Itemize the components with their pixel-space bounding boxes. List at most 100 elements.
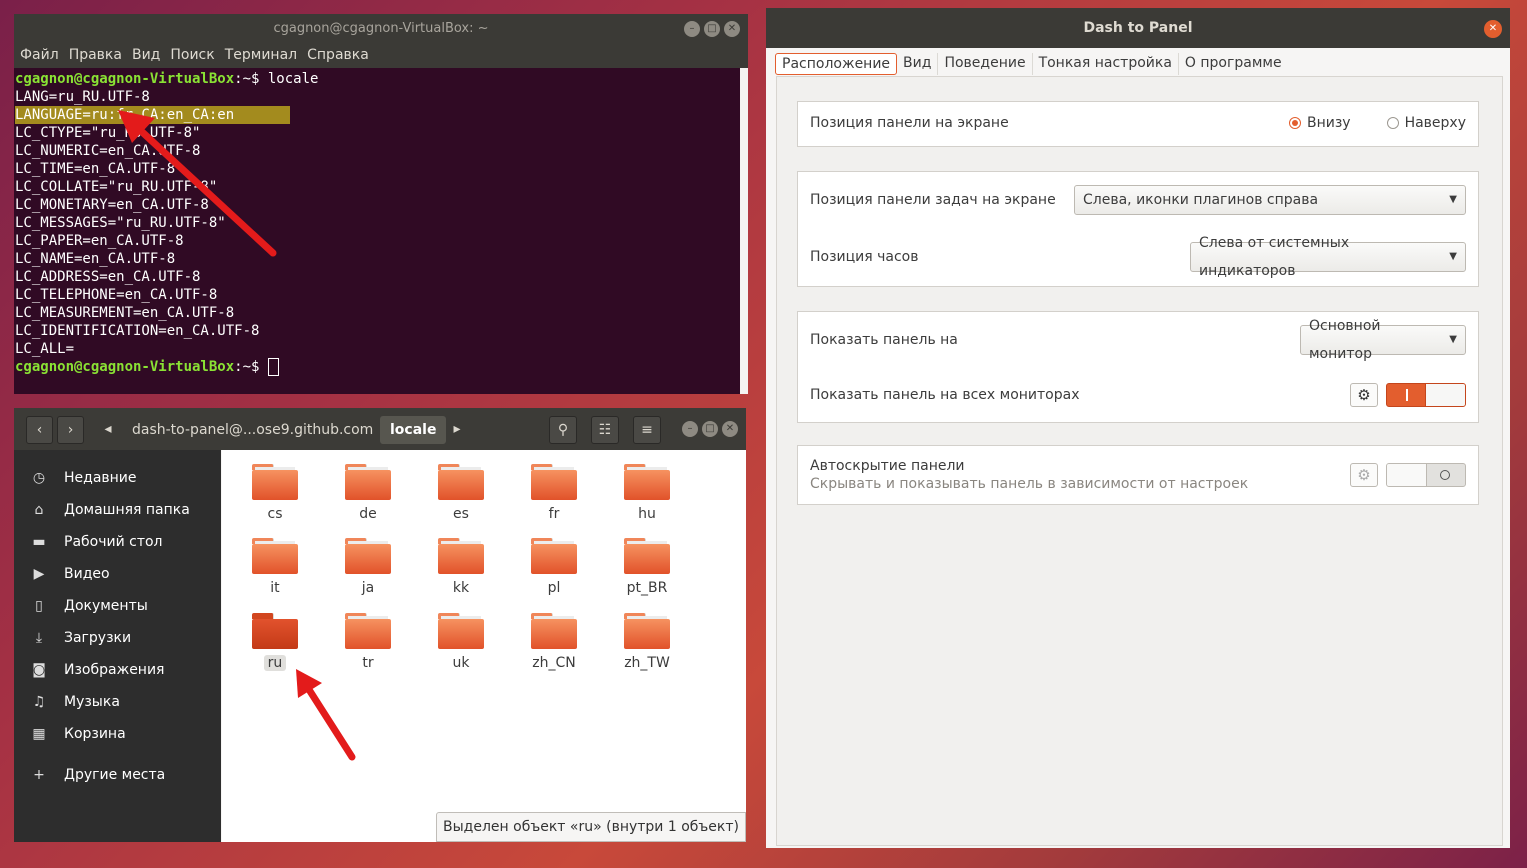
tab-style[interactable]: Вид (897, 53, 939, 75)
autohide-switch[interactable] (1386, 463, 1466, 487)
folder-item[interactable]: it (235, 538, 315, 596)
dash-to-panel-window[interactable]: Dash to Panel ✕ Расположение Вид Поведен… (766, 8, 1510, 848)
gear-icon[interactable]: ⚙ (1350, 463, 1378, 487)
terminal-prompt: cgagnon@cgagnon-VirtualBox (15, 359, 235, 375)
menu-search[interactable]: Поиск (170, 44, 214, 68)
home-icon: ⌂ (34, 502, 44, 518)
terminal-line: LC_TELEPHONE=en_CA.UTF-8 (15, 287, 218, 303)
autohide-row: Автоскрытие панели Скрывать и показывать… (810, 458, 1466, 492)
music-icon: ♫ (32, 694, 46, 710)
close-icon[interactable]: ✕ (722, 421, 738, 437)
folder-item-selected[interactable]: ru (235, 613, 315, 671)
folder-item[interactable]: zh_CN (514, 613, 594, 671)
view-toggle-button[interactable]: ☷ (591, 416, 619, 444)
sidebar-item-label: Музыка (64, 694, 120, 710)
sidebar-item-downloads[interactable]: ⤓ Загрузки (14, 622, 221, 654)
maximize-icon[interactable]: □ (704, 21, 720, 37)
sidebar-item-label: Загрузки (64, 630, 132, 646)
sidebar-item-desktop[interactable]: ▬ Рабочий стол (14, 526, 221, 558)
sidebar-item-video[interactable]: ▶ Видео (14, 558, 221, 590)
minimize-icon[interactable]: – (682, 421, 698, 437)
folder-item[interactable]: ja (328, 538, 408, 596)
radio-bottom[interactable]: Внизу (1288, 115, 1351, 131)
menu-view[interactable]: Вид (132, 44, 160, 68)
folder-item[interactable]: kk (421, 538, 501, 596)
folder-item[interactable]: pt_BR (607, 538, 687, 596)
dash-titlebar[interactable]: Dash to Panel ✕ (766, 8, 1510, 48)
close-icon[interactable]: ✕ (1484, 20, 1502, 38)
back-button[interactable]: ‹ (26, 416, 53, 444)
terminal-line: LC_PAPER=en_CA.UTF-8 (15, 233, 184, 249)
sidebar-item-music[interactable]: ♫ Музыка (14, 686, 221, 718)
all-monitors-switch[interactable] (1386, 383, 1466, 407)
clock-position-row: Позиция часов Слева от системных индикат… (810, 235, 1466, 279)
folder-icon (438, 613, 484, 649)
close-icon[interactable]: ✕ (724, 21, 740, 37)
monitor-dropdown[interactable]: Основной монитор ▼ (1300, 318, 1466, 362)
folder-item[interactable]: pl (514, 538, 594, 596)
folder-item[interactable]: fr (514, 464, 594, 522)
radio-top-label: Наверху (1404, 115, 1466, 131)
breadcrumb-left-icon[interactable]: ◂ (99, 416, 117, 444)
folder-label: tr (362, 655, 374, 671)
monitor-frame: Показать панель на Основной монитор ▼ Пок… (797, 311, 1479, 423)
dropdown-value: Слева от системных индикаторов (1199, 235, 1350, 279)
terminal-line: LC_MEASUREMENT=en_CA.UTF-8 (15, 305, 235, 321)
terminal-scrollbar[interactable] (740, 68, 748, 394)
tab-position[interactable]: Расположение (775, 53, 898, 75)
terminal-line: LC_NUMERIC=en_CA.UTF-8 (15, 143, 201, 159)
radio-top[interactable]: Наверху (1386, 115, 1466, 131)
menu-help[interactable]: Справка (307, 44, 369, 68)
dropdown-arrow-icon: ▼ (1449, 251, 1457, 262)
status-bar: Выделен объект «ru» (внутри 1 объект) (436, 812, 746, 842)
breadcrumb-current[interactable]: locale (380, 416, 447, 444)
terminal-output[interactable]: cgagnon@cgagnon-VirtualBox:~$ locale LAN… (14, 68, 748, 394)
sidebar-item-other-locations[interactable]: + Другие места (14, 759, 221, 791)
sidebar-item-recent[interactable]: ◷ Недавние (14, 462, 221, 494)
menu-terminal[interactable]: Терминал (225, 44, 297, 68)
folder-item[interactable]: uk (421, 613, 501, 671)
gear-icon[interactable]: ⚙ (1350, 383, 1378, 407)
taskbar-position-dropdown[interactable]: Слева, иконки плагинов справа ▼ (1074, 185, 1466, 215)
folder-icon (345, 538, 391, 574)
folder-icon (438, 538, 484, 574)
folder-grid[interactable]: cs de es fr hu it ja kk pl pt_BR ru tr u… (222, 450, 746, 842)
sidebar-item-home[interactable]: ⌂ Домашняя папка (14, 494, 221, 526)
folder-item[interactable]: hu (607, 464, 687, 522)
folder-item[interactable]: es (421, 464, 501, 522)
settings-page: Позиция панели на экране Внизу Наверху П… (776, 76, 1503, 846)
tab-fine-tune[interactable]: Тонкая настройка (1033, 53, 1179, 75)
hamburger-icon: ≡ (641, 422, 653, 438)
dropdown-value: Слева, иконки плагинов справа (1083, 192, 1319, 208)
breadcrumb-right-icon[interactable]: ▸ (449, 416, 465, 444)
terminal-line: LC_ALL= (15, 341, 75, 357)
folder-label: cs (267, 506, 283, 522)
folder-icon (624, 538, 670, 574)
menu-button[interactable]: ≡ (633, 416, 661, 444)
sidebar-item-pictures[interactable]: ◙ Изображения (14, 654, 221, 686)
breadcrumb-parent[interactable]: dash-to-panel@...ose9.github.com (122, 416, 383, 444)
folder-item[interactable]: de (328, 464, 408, 522)
dropdown-arrow-icon: ▼ (1449, 334, 1457, 345)
sidebar-item-documents[interactable]: ▯ Документы (14, 590, 221, 622)
forward-button[interactable]: › (57, 416, 84, 444)
tab-about[interactable]: О программе (1179, 53, 1288, 75)
menu-file[interactable]: Файл (20, 44, 59, 68)
folder-item[interactable]: cs (235, 464, 315, 522)
maximize-icon[interactable]: □ (702, 421, 718, 437)
search-button[interactable]: ⚲ (549, 416, 577, 444)
folder-item[interactable]: zh_TW (607, 613, 687, 671)
sidebar-item-trash[interactable]: ▦ Корзина (14, 718, 221, 750)
terminal-titlebar[interactable]: cgagnon@cgagnon-VirtualBox: ~ – □ ✕ (14, 14, 748, 44)
clock-position-dropdown[interactable]: Слева от системных индикаторов ▼ (1190, 235, 1466, 279)
file-manager-window[interactable]: ‹ › ◂ dash-to-panel@...ose9.github.com l… (14, 408, 746, 842)
terminal-window[interactable]: cgagnon@cgagnon-VirtualBox: ~ – □ ✕ Файл… (14, 14, 748, 394)
minimize-icon[interactable]: – (684, 21, 700, 37)
terminal-line: LANG=ru_RU.UTF-8 (15, 89, 150, 105)
trash-icon: ▦ (32, 726, 46, 742)
sidebar-item-label: Недавние (64, 470, 137, 486)
menu-edit[interactable]: Правка (69, 44, 122, 68)
tab-behavior[interactable]: Поведение (938, 53, 1033, 75)
video-icon: ▶ (33, 566, 45, 582)
folder-item[interactable]: tr (328, 613, 408, 671)
